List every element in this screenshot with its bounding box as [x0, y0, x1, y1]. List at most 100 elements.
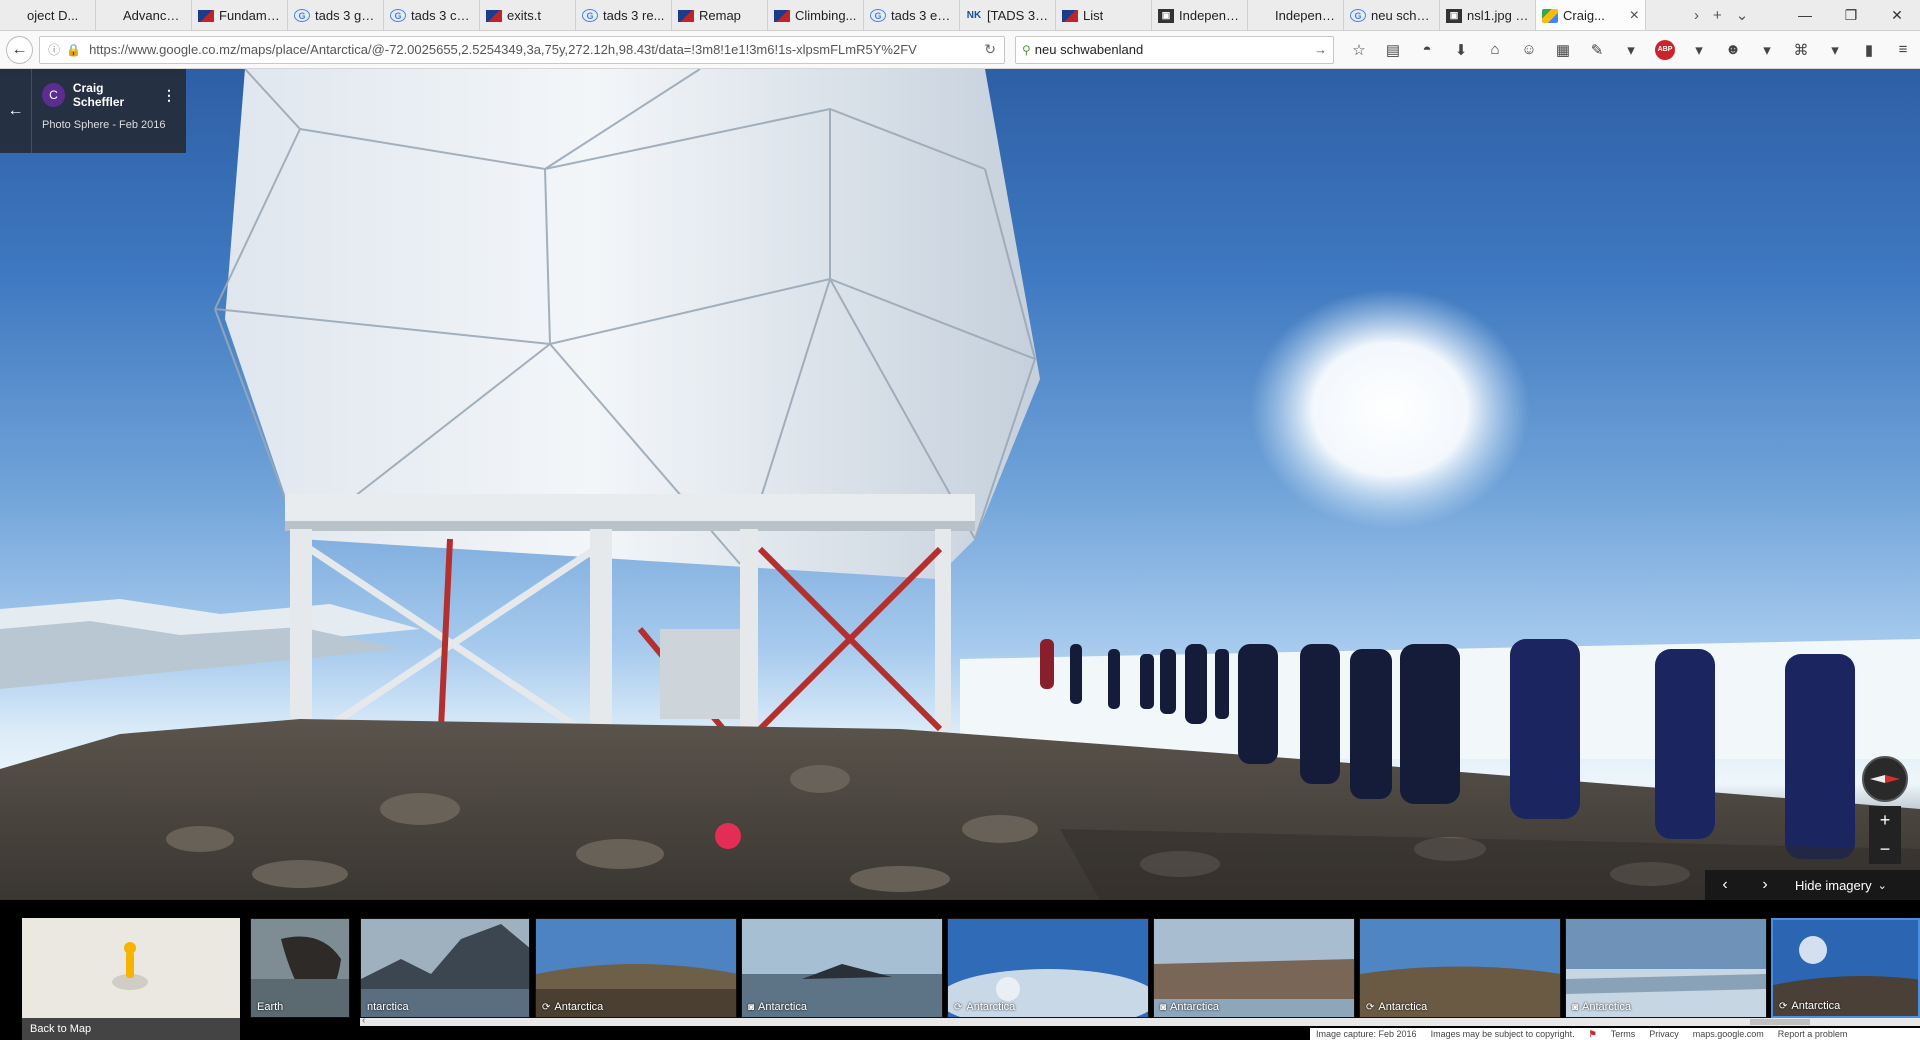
search-go-icon[interactable]: → [1314, 42, 1327, 57]
back-to-map-arrow-button[interactable]: ← [0, 69, 32, 153]
thumbnail-photosphere[interactable]: ⟳ Antarctica [535, 918, 737, 1018]
browser-tab[interactable]: Climbing... [768, 0, 864, 30]
browser-tab[interactable]: Gtads 3 co... [384, 0, 480, 30]
url-text[interactable]: https://www.google.co.mz/maps/place/Anta… [89, 42, 978, 57]
tab-label: neu schw... [1371, 8, 1433, 23]
translate-icon[interactable]: ⌘ [1784, 41, 1818, 59]
tab-label: tads 3 re... [603, 8, 665, 23]
tab-favicon-icon [1062, 9, 1078, 22]
browser-tab-strip: oject D... Advanced TA... Fundame... Gtads … [0, 0, 1920, 31]
thumbnail-photosphere[interactable]: ⟳ Antarctica [947, 918, 1149, 1018]
next-imagery-button[interactable]: › [1745, 876, 1785, 894]
new-tab-button[interactable]: + [1713, 7, 1722, 24]
more-options-icon[interactable]: ⋮ [162, 87, 176, 104]
imagery-filmstrip: Back to Map Earth ntarctica ⟳ Antarctica … [0, 900, 1920, 1040]
thumbnail-earth[interactable]: Earth [250, 918, 350, 1018]
thumbnail-label: ⟳ Antarctica [542, 1001, 604, 1013]
filmstrip-scrollbar[interactable]: ‹ [360, 1015, 1920, 1026]
search-engine-icon[interactable]: ⚲ [1022, 43, 1031, 57]
thumbnail-photo[interactable]: ◙ Antarctica [1153, 918, 1355, 1018]
browser-tab[interactable]: NK [TADS 3] ... [960, 0, 1056, 30]
tab-list: oject D... Advanced TA... Fundame... Gtads … [0, 0, 1680, 30]
copyright-notice: Images may be subject to copyright. [1430, 1029, 1575, 1039]
browser-tab[interactable]: Remap [672, 0, 768, 30]
browser-tab[interactable]: Gneu schw... [1344, 0, 1440, 30]
tab-favicon-icon: G [582, 9, 598, 22]
info-icon[interactable]: ⓘ [48, 41, 60, 58]
scrollbar-thumb[interactable] [1750, 1019, 1810, 1025]
menu-icon[interactable]: ≡ [1886, 41, 1920, 58]
report-problem-link[interactable]: Report a problem [1778, 1029, 1848, 1039]
thumbnail-photo[interactable]: ntarctica [360, 918, 530, 1018]
browser-tab[interactable]: Gtads 3 re... [576, 0, 672, 30]
bookmark-star-icon[interactable]: ☆ [1342, 41, 1376, 59]
previous-imagery-button[interactable]: ‹ [1705, 876, 1745, 894]
author-name[interactable]: Craig Scheffler [73, 81, 154, 109]
reading-list-icon[interactable]: ▤ [1376, 41, 1410, 59]
flag-icon[interactable]: ⚑ [1589, 1029, 1597, 1040]
photo-sphere-view[interactable] [0, 69, 1920, 900]
browser-tab[interactable]: ▣ nsl1.jpg (... [1440, 0, 1536, 30]
download-icon[interactable]: ⬇ [1444, 41, 1478, 59]
back-button[interactable]: ← [6, 35, 34, 64]
browser-tab[interactable]: Advanced TA... [96, 0, 192, 30]
translate-dropdown-icon[interactable]: ▾ [1818, 41, 1852, 59]
thumbnail-photo[interactable]: ◙ Antarctica [1565, 918, 1767, 1018]
tab-list-dropdown-icon[interactable]: ⌄ [1736, 6, 1749, 24]
tab-favicon-icon [6, 8, 22, 24]
author-avatar[interactable]: C [42, 83, 65, 107]
search-bar[interactable]: ⚲ neu schwabenland → [1014, 35, 1334, 64]
thumbnail-current[interactable]: ⟳ Antarctica [1771, 918, 1920, 1018]
tab-label: Remap [699, 8, 741, 23]
zoom-out-button[interactable]: − [1869, 835, 1901, 864]
back-arrow-icon: ← [11, 40, 28, 58]
browser-tab[interactable]: Craig... × [1536, 0, 1646, 30]
minimize-button[interactable]: — [1782, 7, 1828, 23]
address-bar[interactable]: ⓘ 🔒 https://www.google.co.mz/maps/place/… [39, 35, 1005, 64]
adblock-dropdown-icon[interactable]: ▾ [1682, 41, 1716, 59]
restore-button[interactable]: ❐ [1828, 7, 1874, 24]
compass-needle-icon [1870, 775, 1900, 783]
adblock-icon[interactable]: ABP [1654, 39, 1675, 60]
extension-icon[interactable]: ✎ [1580, 41, 1614, 59]
pocket-icon[interactable]: ◓ [1410, 41, 1444, 58]
thumbnail-label: ⟳ Antarctica [1779, 1000, 1841, 1012]
pegman-icon [112, 942, 148, 990]
search-input[interactable]: neu schwabenland [1035, 42, 1143, 57]
browser-tab[interactable]: Gtads 3 get... [288, 0, 384, 30]
reload-icon[interactable]: ↻ [984, 41, 996, 58]
home-icon[interactable]: ⌂ [1478, 41, 1512, 58]
browser-tab[interactable]: exits.t [480, 0, 576, 30]
browser-tab[interactable]: Gtads 3 exe... [864, 0, 960, 30]
zoom-in-button[interactable]: + [1869, 806, 1901, 835]
imagery-control: ‹ › Hide imagery ⌄ [1705, 870, 1920, 900]
calendar-icon[interactable]: ▦ [1546, 41, 1580, 59]
browser-tab[interactable]: Independent ... [1248, 0, 1344, 30]
scroll-left-icon[interactable]: ‹ [362, 1015, 365, 1026]
privacy-link[interactable]: Privacy [1649, 1029, 1679, 1039]
bookmarks-folder-icon[interactable]: ▮ [1852, 41, 1886, 59]
hide-imagery-button[interactable]: Hide imagery [1795, 878, 1872, 893]
360-icon: ⟳ [542, 1001, 551, 1013]
browser-tab[interactable]: Fundame... [192, 0, 288, 30]
tab-favicon-icon: G [1350, 9, 1366, 22]
thumbnail-photo[interactable]: ◙ Antarctica [741, 918, 943, 1018]
domain-link[interactable]: maps.google.com [1693, 1029, 1764, 1039]
extension-dropdown-icon[interactable]: ▾ [1614, 41, 1648, 59]
back-to-map-button[interactable]: Back to Map [22, 918, 240, 1040]
browser-tab[interactable]: ▣ Independ... [1152, 0, 1248, 30]
scroll-tabs-right-icon[interactable]: › [1694, 7, 1699, 24]
thumbnail-photosphere[interactable]: ⟳ Antarctica [1359, 918, 1561, 1018]
compass-button[interactable] [1862, 756, 1908, 802]
terms-link[interactable]: Terms [1611, 1029, 1636, 1039]
cookie-dropdown-icon[interactable]: ▾ [1750, 41, 1784, 59]
chat-icon[interactable]: ☺ [1512, 41, 1546, 58]
cookie-icon[interactable]: ☻ [1716, 41, 1750, 58]
close-tab-icon[interactable]: × [1630, 7, 1639, 25]
back-to-map-label: Back to Map [22, 1018, 240, 1040]
browser-tab[interactable]: List [1056, 0, 1152, 30]
close-window-button[interactable]: ✕ [1874, 7, 1920, 24]
360-icon: ⟳ [954, 1001, 963, 1013]
tab-favicon-icon: ▣ [1158, 8, 1174, 23]
browser-tab[interactable]: oject D... [0, 0, 96, 30]
